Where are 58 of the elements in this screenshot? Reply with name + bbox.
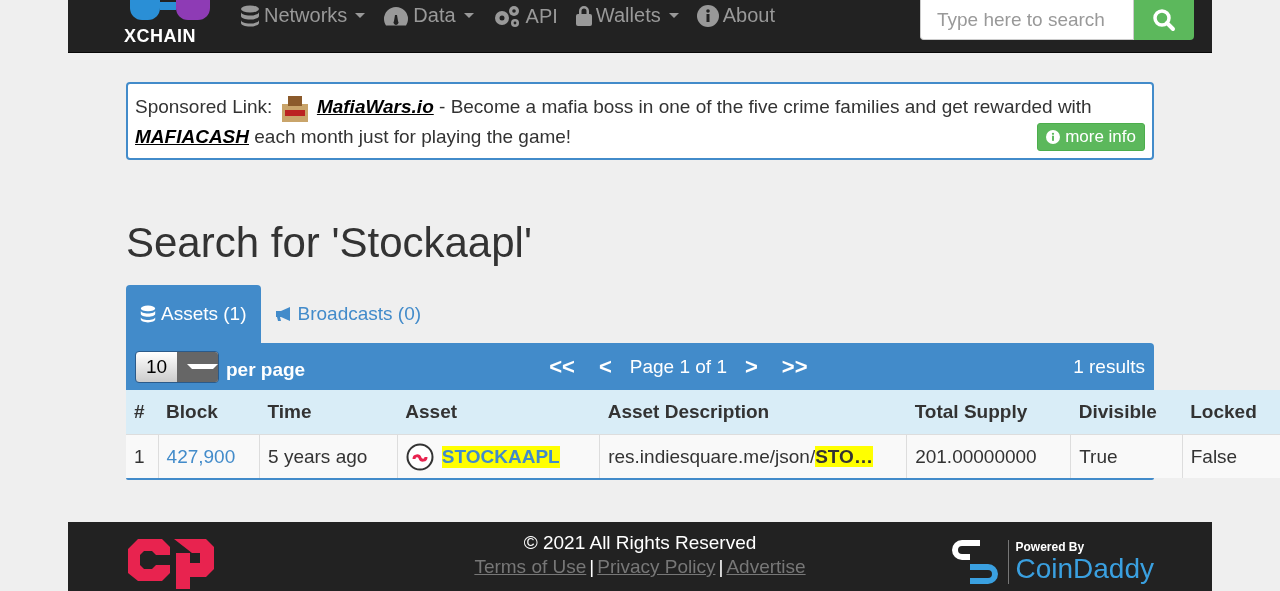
column-header: Divisible [1070,390,1183,435]
sponsor-name[interactable]: CoinDaddy [1015,554,1154,584]
lock-icon [575,5,592,26]
info-icon [696,4,719,27]
column-header: Total Supply [906,390,1071,435]
last-page-button[interactable]: >> [775,353,814,380]
sponsor-link[interactable]: MafiaWars.io [316,96,434,117]
nav-item[interactable]: Networks [232,0,374,31]
table-cell: True [1070,434,1183,478]
footer-link[interactable]: Terms of Use [474,556,587,578]
column-header: Block [158,390,260,435]
info-icon [1046,130,1061,144]
footer-link[interactable]: Advertise [726,556,806,578]
results-count: 1 results [1073,355,1145,378]
database-icon [240,4,260,27]
table-cell: 1 [126,434,159,478]
first-page-button[interactable]: << [543,353,581,380]
more-info-button[interactable]: more info [1037,123,1145,151]
nav-item[interactable]: About [688,0,783,31]
powered-by-label: Powered By [1015,540,1086,554]
link-separator: | [717,556,725,578]
nav-item[interactable]: API [483,0,566,32]
sponsored-text: MAFIACASH each month just for playing the game! [135,125,572,149]
page-heading: Search for 'Stockaapl' [126,218,533,268]
per-page-select[interactable]: 10 [135,350,219,383]
column-header: # [126,390,159,435]
column-header: Time [259,390,398,435]
sponsored-text: Sponsored Link: MafiaWars.io - Become a mafia boss in one of the five crime families and get rewarded with [135,92,1145,122]
building-icon [279,94,310,122]
link-separator: | [588,556,596,578]
page-indicator: Page 1 of 1 [629,355,727,378]
previous-page-button[interactable]: < [592,353,618,380]
database-icon [140,305,156,323]
bullhorn-icon [274,306,293,322]
table-cell: res.indiesquare.me/json/STO… [599,434,907,478]
nav-item[interactable]: Wallets [567,0,687,31]
asset-logo-icon [405,442,434,471]
brand-name[interactable]: XCHAIN [124,26,196,47]
copyright-text: © 2021 All Rights Reserved [523,532,757,554]
block-link[interactable]: 427,900 [158,434,260,478]
per-page-label: per page [226,358,306,381]
tab[interactable]: Assets (1) [126,285,261,343]
asset-link[interactable]: STOCKAAPL [441,445,560,468]
table-cell: 5 years ago [259,434,398,478]
next-page-button[interactable]: > [738,353,764,380]
tab[interactable]: Broadcasts (0) [260,285,436,343]
search-icon [1152,8,1176,32]
sponsor-link[interactable]: MAFIACASH [135,126,249,147]
search-field[interactable]: Type here to search [920,0,1134,40]
nav-item[interactable]: Data [375,0,482,31]
column-header: Asset Description [599,390,907,435]
table-cell: False [1182,434,1280,478]
dashboard-icon [383,5,410,26]
column-header: Locked [1182,390,1280,435]
table-cell: 201.00000000 [906,434,1071,478]
column-header: Asset [397,390,600,435]
footer-link[interactable]: Privacy Policy [597,556,716,578]
search-button[interactable] [1134,0,1194,40]
